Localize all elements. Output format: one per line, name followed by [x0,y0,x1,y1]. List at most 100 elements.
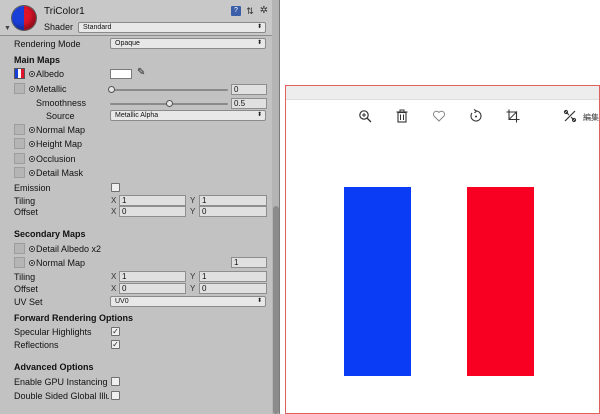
height-map-label: Height Map [36,139,83,149]
albedo-color-swatch[interactable] [110,69,132,79]
offset-x-field[interactable]: 0 [119,206,186,217]
gpu-instancing-label: Enable GPU Instancing [14,377,108,387]
dropdown-arrow-icon: ⬍ [256,298,262,304]
smoothness-field[interactable]: 0.5 [231,98,267,109]
gpu-instancing-checkbox[interactable] [111,377,120,386]
edit-icon[interactable] [563,109,577,126]
secondary-normal-map-picker-icon[interactable] [29,260,35,266]
detail-albedo-texture-slot[interactable] [14,243,25,254]
emission-label: Emission [14,183,51,193]
normal-map-picker-icon[interactable] [29,127,35,133]
advanced-options-heading: Advanced Options [14,362,94,372]
emission-checkbox[interactable] [111,183,120,192]
tiling-label: Tiling [14,196,36,206]
occlusion-picker-icon[interactable] [29,156,35,162]
uv-set-label: UV Set [14,297,43,307]
crop-icon[interactable] [506,109,520,126]
detail-mask-label: Detail Mask [36,168,84,178]
trash-icon[interactable] [395,109,409,126]
secondary-tiling-y-field[interactable]: 1 [199,271,267,282]
forward-rendering-heading: Forward Rendering Options [14,313,134,323]
uv-set-value: UV0 [115,298,129,305]
secondary-normal-map-scale-field[interactable]: 1 [231,257,267,268]
rendering-mode-label: Rendering Mode [14,39,81,49]
preset-icon[interactable]: ⇅ [245,6,255,16]
albedo-label: Albedo [36,69,65,79]
material-inspector: ▼ TriColor1 Shader Standard ⬍ ? ⇅ ✲ Rend… [0,0,280,414]
specular-highlights-checkbox[interactable]: ✓ [111,327,120,336]
smoothness-label: Smoothness [36,98,87,108]
heart-icon[interactable] [432,109,446,126]
normal-map-texture-slot[interactable] [14,124,25,135]
main-maps-heading: Main Maps [14,55,61,65]
inspector-scrollbar-thumb[interactable] [273,206,279,414]
secondary-offset-label: Offset [14,284,38,294]
dropdown-arrow-icon: ⬍ [256,24,262,30]
viewer-title-bar[interactable] [286,86,599,100]
book-icon[interactable]: ? [231,6,241,16]
metallic-texture-slot[interactable] [14,83,25,94]
height-map-texture-slot[interactable] [14,138,25,149]
secondary-tiling-y-axis-label: Y [190,272,196,281]
rendering-mode-dropdown[interactable]: Opaque ⬍ [110,38,266,49]
material-header: ▼ TriColor1 Shader Standard ⬍ ? ⇅ ✲ [0,0,272,36]
secondary-maps-heading: Secondary Maps [14,229,86,239]
metallic-slider-thumb[interactable] [108,86,115,93]
detail-albedo-label: Detail Albedo x2 [36,244,102,254]
detail-mask-texture-slot[interactable] [14,167,25,178]
source-value: Metallic Alpha [115,112,159,119]
height-map-picker-icon[interactable] [29,141,35,147]
reflections-label: Reflections [14,340,59,350]
secondary-tiling-label: Tiling [14,272,36,282]
material-preview-icon [12,6,36,30]
eyedropper-icon[interactable]: ✎ [137,67,145,78]
detail-albedo-picker-icon[interactable] [29,246,35,252]
tiling-x-field[interactable]: 1 [119,195,186,206]
secondary-tiling-x-field[interactable]: 1 [119,271,186,282]
smoothness-slider-thumb[interactable] [166,100,173,107]
secondary-offset-x-axis-label: X [111,284,117,293]
metallic-label: Metallic [36,84,67,94]
material-name: TriColor1 [44,6,85,17]
secondary-offset-y-field[interactable]: 0 [199,283,267,294]
tiling-x-axis-label: X [111,196,117,205]
tiling-y-axis-label: Y [190,196,196,205]
edit-label[interactable]: 編集 [583,111,599,125]
occlusion-texture-slot[interactable] [14,153,25,164]
offset-x-axis-label: X [111,207,117,216]
metallic-picker-icon[interactable] [29,86,35,92]
reflections-checkbox[interactable]: ✓ [111,340,120,349]
shader-value: Standard [83,24,112,31]
offset-label: Offset [14,207,38,217]
albedo-texture-slot[interactable] [14,68,25,79]
gear-icon[interactable]: ✲ [259,6,269,16]
rotate-icon[interactable] [469,109,483,126]
secondary-offset-y-axis-label: Y [190,284,196,293]
albedo-picker-icon[interactable] [29,71,35,77]
shader-dropdown[interactable]: Standard ⬍ [78,22,266,33]
dropdown-arrow-icon: ⬍ [256,112,262,118]
red-bar [467,187,534,376]
zoom-in-icon[interactable] [358,109,372,126]
source-dropdown[interactable]: Metallic Alpha ⬍ [110,110,266,121]
occlusion-label: Occlusion [36,154,76,164]
photo-viewer-window: 編集 [285,85,600,414]
offset-y-axis-label: Y [190,207,196,216]
specular-highlights-label: Specular Highlights [14,327,92,337]
normal-map-label: Normal Map [36,125,86,135]
double-sided-gi-label: Double Sided Global Illu [14,391,109,401]
detail-mask-picker-icon[interactable] [29,170,35,176]
metallic-field[interactable]: 0 [231,84,267,95]
fold-arrow-icon[interactable]: ▼ [4,25,11,32]
dropdown-arrow-icon: ⬍ [256,40,262,46]
secondary-normal-map-label: Normal Map [36,258,86,268]
double-sided-gi-checkbox[interactable] [111,391,120,400]
rendering-mode-value: Opaque [115,40,140,47]
offset-y-field[interactable]: 0 [199,206,267,217]
tiling-y-field[interactable]: 1 [199,195,267,206]
secondary-normal-map-texture-slot[interactable] [14,257,25,268]
metallic-slider[interactable] [110,89,228,91]
blue-bar [344,187,411,376]
uv-set-dropdown[interactable]: UV0 ⬍ [110,296,266,307]
secondary-offset-x-field[interactable]: 0 [119,283,186,294]
